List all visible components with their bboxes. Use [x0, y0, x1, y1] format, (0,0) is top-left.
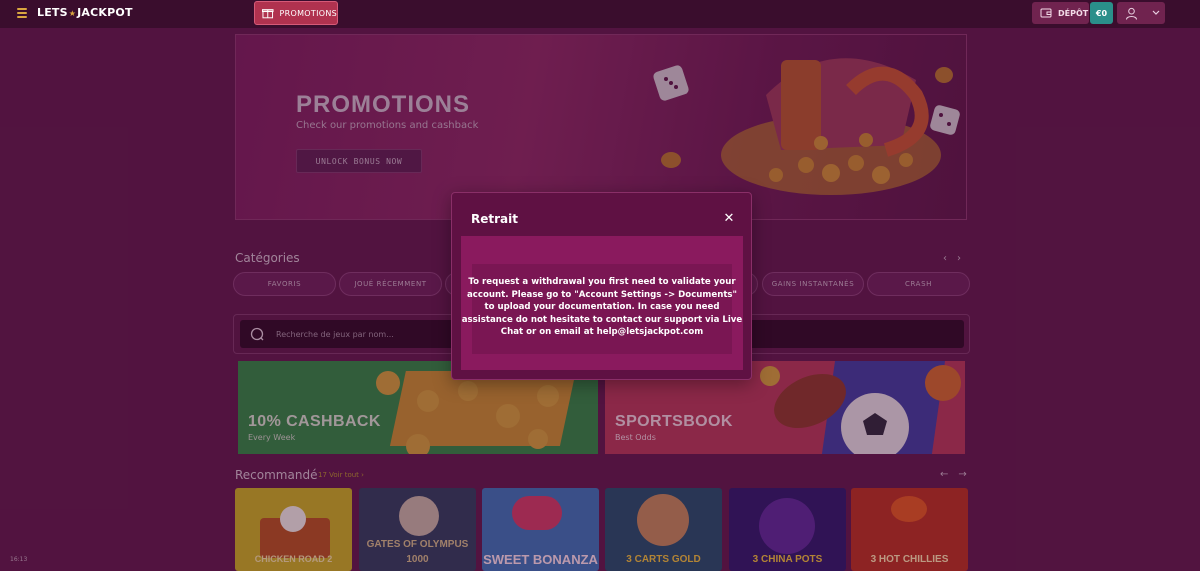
promotions-button[interactable]: PROMOTIONS [254, 1, 338, 25]
logo[interactable]: LETS★JACKPOT [37, 6, 133, 19]
logo-star-icon: ★ [68, 9, 77, 18]
close-icon[interactable]: ✕ [722, 212, 736, 226]
deposit-label: DÉPÔT [1058, 8, 1089, 18]
logo-text-left: LETS [37, 6, 68, 19]
wallet-icon [1040, 8, 1052, 18]
gift-icon [262, 9, 274, 19]
hamburger-icon[interactable] [17, 8, 27, 18]
chevron-down-icon [1152, 10, 1160, 15]
modal-message: To request a withdrawal you first need t… [461, 277, 743, 337]
balance-badge[interactable]: €0 [1090, 2, 1113, 24]
withdrawal-modal: Retrait ✕ To request a withdrawal you fi… [451, 192, 752, 380]
modal-body: To request a withdrawal you first need t… [461, 236, 743, 370]
logo-text-right: JACKPOT [77, 6, 133, 19]
user-menu-button[interactable] [1117, 2, 1165, 24]
deposit-button[interactable]: DÉPÔT [1032, 2, 1089, 24]
top-bar: LETS★JACKPOT PROMOTIONS DÉPÔT €0 [0, 0, 1200, 28]
modal-title: Retrait [471, 212, 518, 226]
user-icon [1126, 7, 1137, 20]
promotions-label: PROMOTIONS [279, 8, 337, 18]
